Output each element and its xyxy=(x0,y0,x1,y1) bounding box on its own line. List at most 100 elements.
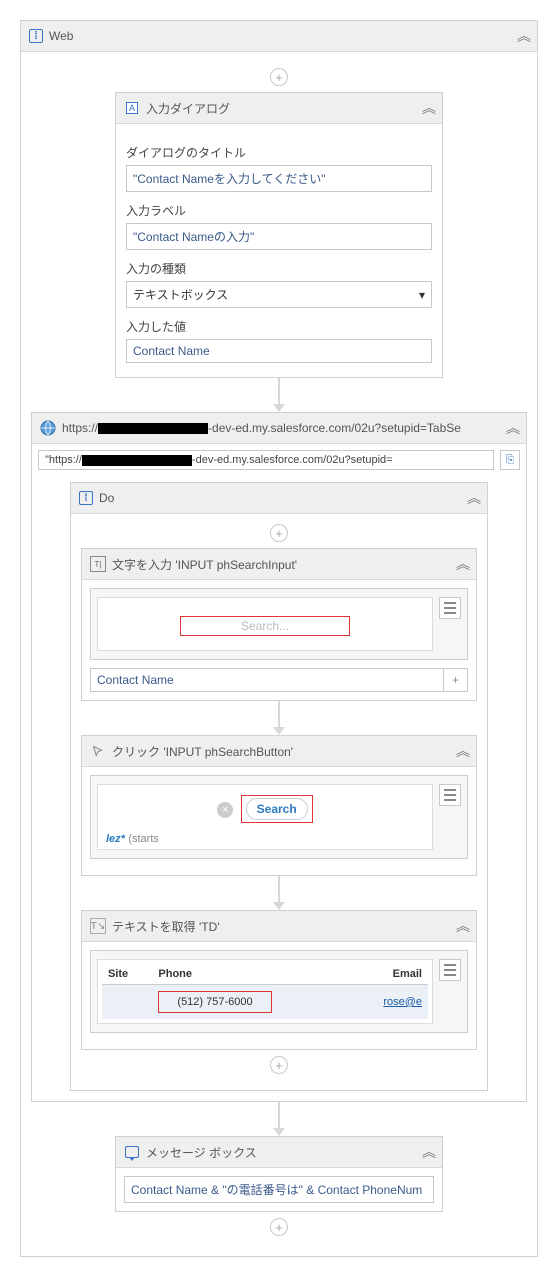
redacted-block xyxy=(98,423,208,434)
add-activity-button[interactable]: + xyxy=(270,524,288,542)
sequence-icon: ⁞ xyxy=(29,29,43,43)
do-header[interactable]: ⁞ Do xyxy=(71,483,487,514)
url-field-suffix: -dev-ed.my.salesforce.com/02u?setupid= xyxy=(192,454,393,466)
message-box-title: メッセージ ボックス xyxy=(146,1144,416,1161)
dialog-title-label: ダイアログのタイトル xyxy=(126,144,432,161)
get-text-panel: T↘ テキストを取得 'TD' Site xyxy=(81,910,477,1050)
type-into-header[interactable]: T| 文字を入力 'INPUT phSearchInput' xyxy=(82,549,476,580)
options-menu-button[interactable] xyxy=(439,784,461,806)
target-highlight: Search xyxy=(241,795,313,823)
browser-url-input[interactable]: "https:// -dev-ed.my.salesforce.com/02u?s… xyxy=(38,450,494,470)
click-header[interactable]: クリック 'INPUT phSearchButton' xyxy=(82,736,476,767)
input-type-label: 入力の種類 xyxy=(126,260,432,277)
do-body: + T| 文字を入力 'INPUT phSearchInput' xyxy=(71,514,487,1090)
col-site: Site xyxy=(102,964,152,985)
email-link: rose@e xyxy=(383,996,422,1008)
collapse-icon[interactable] xyxy=(467,488,479,508)
connector-arrow-icon xyxy=(273,902,285,910)
input-dialog-title: 入力ダイアログ xyxy=(146,100,416,117)
add-expression-button[interactable]: + xyxy=(444,668,468,692)
target-highlight: (512) 757-6000 xyxy=(158,991,271,1013)
message-box-input[interactable]: Contact Name & "の電話番号は" & Contact PhoneN… xyxy=(124,1176,434,1203)
web-panel-body: + 入力ダイアログ ダイアログのタイトル "Contact Nameを入力してく… xyxy=(21,52,537,1256)
dialog-icon xyxy=(124,100,140,116)
input-label-label: 入力ラベル xyxy=(126,202,432,219)
url-prefix: https:// xyxy=(62,421,98,435)
collapse-icon[interactable] xyxy=(422,1142,434,1162)
get-text-header[interactable]: T↘ テキストを取得 'TD' xyxy=(82,911,476,942)
dropdown-icon: ▾ xyxy=(419,288,425,302)
wildcard-text: lez* xyxy=(106,833,125,845)
collapse-icon[interactable] xyxy=(422,98,434,118)
input-dialog-body: ダイアログのタイトル "Contact Nameを入力してください" 入力ラベル… xyxy=(116,124,442,377)
starts-text: (starts xyxy=(128,833,159,845)
message-box-header[interactable]: メッセージ ボックス xyxy=(116,1137,442,1168)
add-activity-button[interactable]: + xyxy=(270,1218,288,1236)
web-panel-title: Web xyxy=(49,29,511,43)
globe-icon xyxy=(40,420,56,436)
message-box-body: Contact Name & "の電話番号は" & Contact PhoneN… xyxy=(116,1168,442,1211)
type-into-title: 文字を入力 'INPUT phSearchInput' xyxy=(112,556,450,573)
do-title: Do xyxy=(99,491,461,505)
connector-line xyxy=(278,701,280,727)
connector-arrow-icon xyxy=(273,1128,285,1136)
target-screenshot[interactable]: Site Phone Email xyxy=(90,950,468,1033)
message-box-icon xyxy=(124,1144,140,1160)
type-text-input[interactable]: Contact Name xyxy=(90,668,444,692)
options-menu-button[interactable] xyxy=(439,597,461,619)
target-screenshot[interactable]: Search... xyxy=(90,588,468,660)
entered-value-label: 入力した値 xyxy=(126,318,432,335)
collapse-icon[interactable] xyxy=(517,26,529,46)
collapse-icon[interactable] xyxy=(456,554,468,574)
connector-arrow-icon xyxy=(273,727,285,735)
click-body: × Search lez* (starts xyxy=(82,767,476,875)
connector-line xyxy=(278,1102,280,1128)
connector-line xyxy=(278,876,280,902)
click-title: クリック 'INPUT phSearchButton' xyxy=(112,743,450,760)
input-type-value: テキストボックス xyxy=(133,286,228,303)
sequence-icon: ⁞ xyxy=(79,491,93,505)
collapse-icon[interactable] xyxy=(456,916,468,936)
col-phone: Phone xyxy=(152,964,348,985)
connector-arrow-icon xyxy=(273,404,285,412)
input-dialog-header[interactable]: 入力ダイアログ xyxy=(116,93,442,124)
browser-url-row: "https:// -dev-ed.my.salesforce.com/02u?s… xyxy=(32,444,526,476)
message-box-panel: メッセージ ボックス Contact Name & "の電話番号は" & Con… xyxy=(115,1136,443,1212)
input-dialog-panel: 入力ダイアログ ダイアログのタイトル "Contact Nameを入力してくださ… xyxy=(115,92,443,378)
get-text-body: Site Phone Email xyxy=(82,942,476,1049)
dialog-title-input[interactable]: "Contact Nameを入力してください" xyxy=(126,165,432,192)
browser-header-title: https:// -dev-ed.my.salesforce.com/02u?se… xyxy=(62,421,500,435)
col-email: Email xyxy=(349,964,428,985)
clear-icon: × xyxy=(217,802,233,818)
type-into-panel: T| 文字を入力 'INPUT phSearchInput' S xyxy=(81,548,477,701)
entered-value-input[interactable]: Contact Name xyxy=(126,339,432,363)
input-type-select[interactable]: テキストボックス ▾ xyxy=(126,281,432,308)
collapse-icon[interactable] xyxy=(506,418,518,438)
web-panel: ⁞ Web + 入力ダイアログ ダイアログのタイトル "Contact Name… xyxy=(20,20,538,1257)
url-expression-button[interactable]: ⎘ xyxy=(500,450,520,470)
click-icon xyxy=(90,743,106,759)
target-highlight: Search... xyxy=(180,616,350,636)
web-panel-header[interactable]: ⁞ Web xyxy=(21,21,537,52)
url-suffix: -dev-ed.my.salesforce.com/02u?setupid=Ta… xyxy=(208,421,461,435)
collapse-icon[interactable] xyxy=(456,741,468,761)
result-table: Site Phone Email xyxy=(102,964,428,1019)
options-menu-button[interactable] xyxy=(439,959,461,981)
browser-panel: https:// -dev-ed.my.salesforce.com/02u?se… xyxy=(31,412,527,1102)
table-row: (512) 757-6000 rose@e xyxy=(102,985,428,1020)
phone-value: (512) 757-6000 xyxy=(177,996,252,1008)
type-into-body: Search... Contact Name + xyxy=(82,580,476,700)
type-icon: T| xyxy=(90,556,106,572)
get-text-title: テキストを取得 'TD' xyxy=(112,918,450,935)
connector-line xyxy=(278,378,280,404)
add-activity-button[interactable]: + xyxy=(270,1056,288,1074)
url-field-prefix: "https:// xyxy=(45,454,82,466)
target-screenshot[interactable]: × Search lez* (starts xyxy=(90,775,468,859)
add-activity-button[interactable]: + xyxy=(270,68,288,86)
input-label-input[interactable]: "Contact Nameの入力" xyxy=(126,223,432,250)
redacted-block xyxy=(82,455,192,466)
get-text-icon: T↘ xyxy=(90,918,106,934)
do-panel: ⁞ Do + T| 文字を入力 'INPUT phSearchInput' xyxy=(70,482,488,1091)
browser-header[interactable]: https:// -dev-ed.my.salesforce.com/02u?se… xyxy=(32,413,526,444)
click-panel: クリック 'INPUT phSearchButton' × xyxy=(81,735,477,876)
